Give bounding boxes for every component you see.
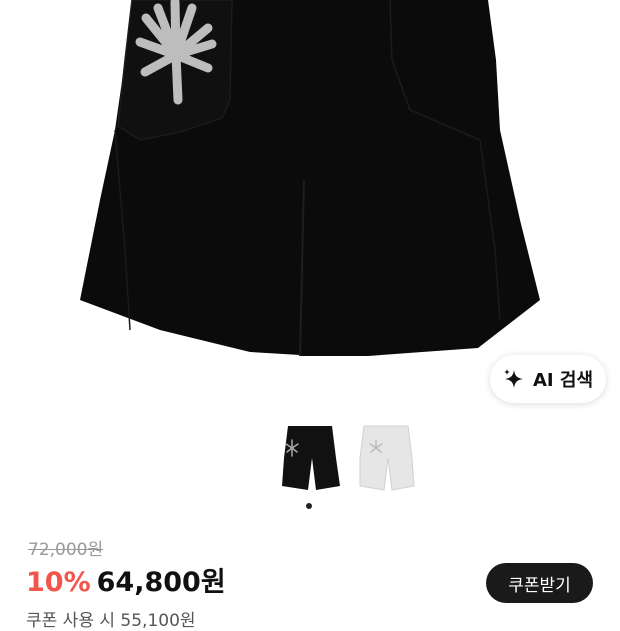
- black-shorts-photo: [80, 0, 540, 357]
- sparkle-icon: [503, 369, 523, 388]
- coupon-button[interactable]: 쿠폰받기: [486, 563, 593, 603]
- page-indicator-dot: [306, 503, 312, 509]
- ai-search-label: AI 검색: [532, 370, 593, 391]
- price-row: 10% 64,800원: [26, 560, 226, 599]
- sale-price: 64,800원: [96, 567, 226, 598]
- thumbnail-strip: [0, 418, 620, 498]
- product-main-image[interactable]: [0, 0, 620, 400]
- ai-search-button[interactable]: AI 검색: [490, 355, 606, 403]
- black-shorts-thumbnail[interactable]: [272, 418, 350, 494]
- coupon-price-text: 쿠폰 사용 시 55,100원: [26, 611, 196, 631]
- original-price: 72,000원: [28, 540, 104, 560]
- discount-rate: 10%: [26, 567, 91, 598]
- white-shorts-thumbnail[interactable]: [348, 418, 426, 494]
